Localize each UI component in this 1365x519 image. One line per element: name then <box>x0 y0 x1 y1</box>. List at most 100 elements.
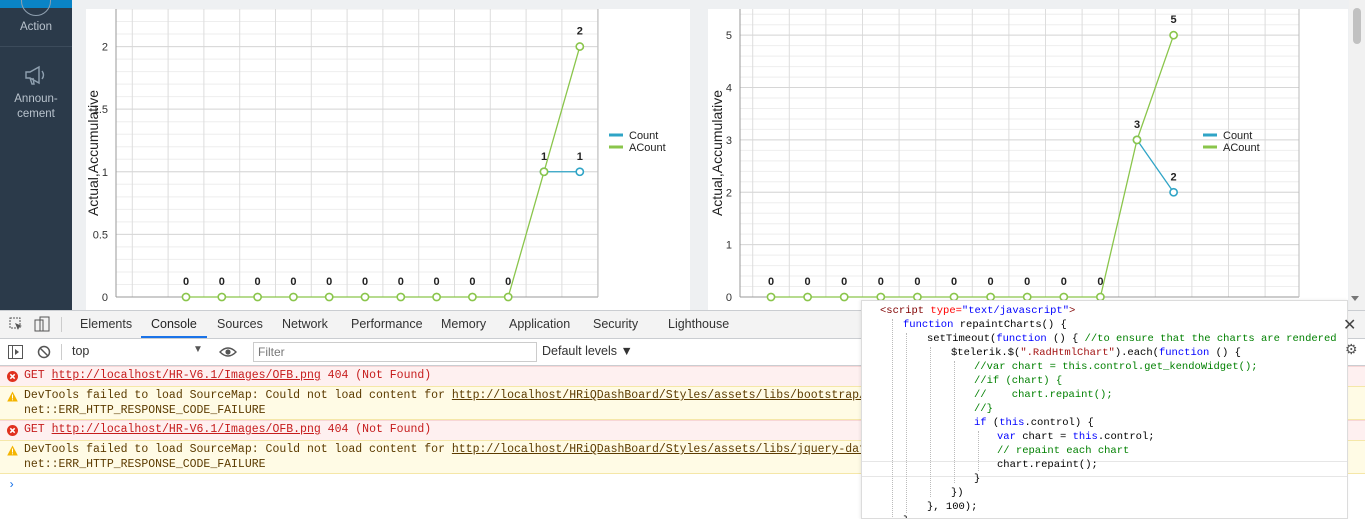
y-tick-label: 5 <box>726 30 732 42</box>
tab-console[interactable]: Console <box>141 311 207 338</box>
code-line: <script type="text/javascript"> <box>880 305 1076 317</box>
code-preview-popup: <script type="text/javascript"> function… <box>861 300 1348 519</box>
tab-sources[interactable]: Sources <box>217 311 263 338</box>
clear-console-icon[interactable] <box>37 345 51 359</box>
y-tick-label: 3 <box>726 135 732 147</box>
data-label: 0 <box>505 276 511 288</box>
error-link[interactable]: http://localhost/HR-V6.1/Images/OFB.png <box>52 369 321 382</box>
log-levels-dropdown[interactable]: Default levels ▼ <box>542 344 633 358</box>
code-line: //} <box>974 403 993 415</box>
sidebar-item-announcement[interactable]: Announ- cement <box>0 62 72 132</box>
data-point-count <box>1169 187 1178 197</box>
data-label: 0 <box>951 276 957 288</box>
legend-label: ACount <box>1223 142 1260 154</box>
data-point-acount <box>181 292 191 302</box>
data-label: 0 <box>878 276 884 288</box>
data-point-acount <box>575 42 585 51</box>
y-tick-label: 0 <box>102 292 108 304</box>
context-dropdown-icon[interactable]: ▼ <box>193 344 203 355</box>
data-point-acount <box>503 292 513 302</box>
code-line: $telerik.$(".RadHtmlChart").each(functio… <box>951 347 1241 359</box>
page-scrollbar[interactable] <box>1349 0 1365 310</box>
data-label: 5 <box>1171 14 1177 26</box>
inspect-element-icon[interactable] <box>9 317 24 332</box>
data-label: 2 <box>577 26 583 38</box>
scroll-down-arrow-icon[interactable] <box>1351 296 1359 301</box>
tab-network[interactable]: Network <box>282 311 328 338</box>
code-line: //if (chart) { <box>974 375 1063 387</box>
data-label: 0 <box>434 276 440 288</box>
warning-icon <box>7 391 18 402</box>
data-point-acount <box>539 167 549 177</box>
code-line: if (this.control) { <box>974 417 1094 429</box>
data-label: 0 <box>841 276 847 288</box>
data-label: 0 <box>1061 276 1067 288</box>
y-tick-label: 0 <box>726 292 732 304</box>
code-line: }, 100); <box>927 501 978 513</box>
warning-icon <box>7 445 18 456</box>
code-line: //var chart = this.control.get_kendoWidg… <box>974 361 1258 373</box>
close-devtools-drawer-icon[interactable]: ✕ <box>1343 315 1356 335</box>
data-label: 0 <box>326 276 332 288</box>
warning-text-line2: net::ERR_HTTP_RESPONSE_CODE_FAILURE <box>24 458 266 471</box>
data-point-acount <box>803 292 812 302</box>
data-label: 0 <box>219 276 225 288</box>
device-toolbar-icon[interactable] <box>34 316 50 332</box>
chart-left: 00.511.52Actual,Accumulative 10 0 0 0 0 0 0 0 0 01… <box>86 9 666 304</box>
data-point-acount <box>1132 135 1142 145</box>
tab-performance[interactable]: Performance <box>351 311 423 338</box>
data-point-acount <box>432 292 441 302</box>
scrollbar-thumb[interactable] <box>1353 8 1361 44</box>
current-line-highlight <box>862 461 1347 477</box>
sidebar-item-action[interactable]: Action <box>0 0 72 46</box>
filter-input[interactable]: Filter <box>253 342 537 362</box>
console-settings-gear-icon[interactable]: ⚙ <box>1345 341 1358 358</box>
data-label: 0 <box>398 276 404 288</box>
data-label: 0 <box>914 276 920 288</box>
warning-link[interactable]: http://localhost/HRiQDashBoard/Styles/as… <box>452 389 901 402</box>
data-label: 3 <box>1134 119 1140 131</box>
error-method: GET <box>24 369 52 382</box>
data-label: 0 <box>768 276 774 288</box>
tab-elements[interactable]: Elements <box>80 311 132 338</box>
legend-label: Count <box>629 130 658 142</box>
chart-panel-right: 0 1 2 3 4 5 Actual,Accumulative 2 0 0 0 0 0 0 0 0 0 0 3 5 Co… <box>708 9 1348 310</box>
code-line: chart.repaint(); <box>997 459 1098 471</box>
error-link[interactable]: http://localhost/HR-V6.1/Images/OFB.png <box>52 423 321 436</box>
indent-guide <box>954 361 955 483</box>
data-label: 0 <box>255 276 261 288</box>
data-label: 0 <box>988 276 994 288</box>
tab-memory[interactable]: Memory <box>441 311 486 338</box>
show-sidebar-icon[interactable] <box>8 345 23 359</box>
y-axis-title: Actual,Accumulative <box>86 90 101 216</box>
code-line: var chart = this.control; <box>997 431 1155 443</box>
error-icon <box>7 425 18 436</box>
y-tick-label: 1 <box>102 167 108 179</box>
tab-lighthouse[interactable]: Lighthouse <box>668 311 729 338</box>
y-tick-label: 1 <box>726 240 732 252</box>
error-icon <box>7 371 18 382</box>
data-point-acount <box>253 292 262 302</box>
code-line: setTimeout(function () { //to ensure tha… <box>927 333 1337 345</box>
app-sidebar: Action Announ- cement <box>0 0 72 310</box>
error-status: 404 (Not Found) <box>320 423 432 436</box>
tab-security[interactable]: Security <box>593 311 638 338</box>
code-line: // chart.repaint(); <box>974 389 1113 401</box>
y-tick-label: 0.5 <box>93 229 108 241</box>
warning-link[interactable]: http://localhost/HRiQDashBoard/Styles/as… <box>452 443 901 456</box>
code-line: } <box>974 473 981 485</box>
context-selector[interactable]: top <box>72 344 89 358</box>
indent-guide <box>978 431 979 471</box>
tab-application[interactable]: Application <box>509 311 570 338</box>
console-prompt[interactable]: › <box>8 478 15 492</box>
live-expression-eye-icon[interactable] <box>219 346 237 358</box>
error-method: GET <box>24 423 52 436</box>
error-status: 404 (Not Found) <box>320 369 432 382</box>
warning-text: DevTools failed to load SourceMap: Could… <box>24 443 452 456</box>
sidebar-item-label-line2: cement <box>17 108 55 120</box>
y-tick-label: 4 <box>726 83 732 95</box>
data-label: 1 <box>541 151 547 163</box>
data-label: 0 <box>805 276 811 288</box>
data-label: 0 <box>183 276 189 288</box>
data-label: 0 <box>469 276 475 288</box>
